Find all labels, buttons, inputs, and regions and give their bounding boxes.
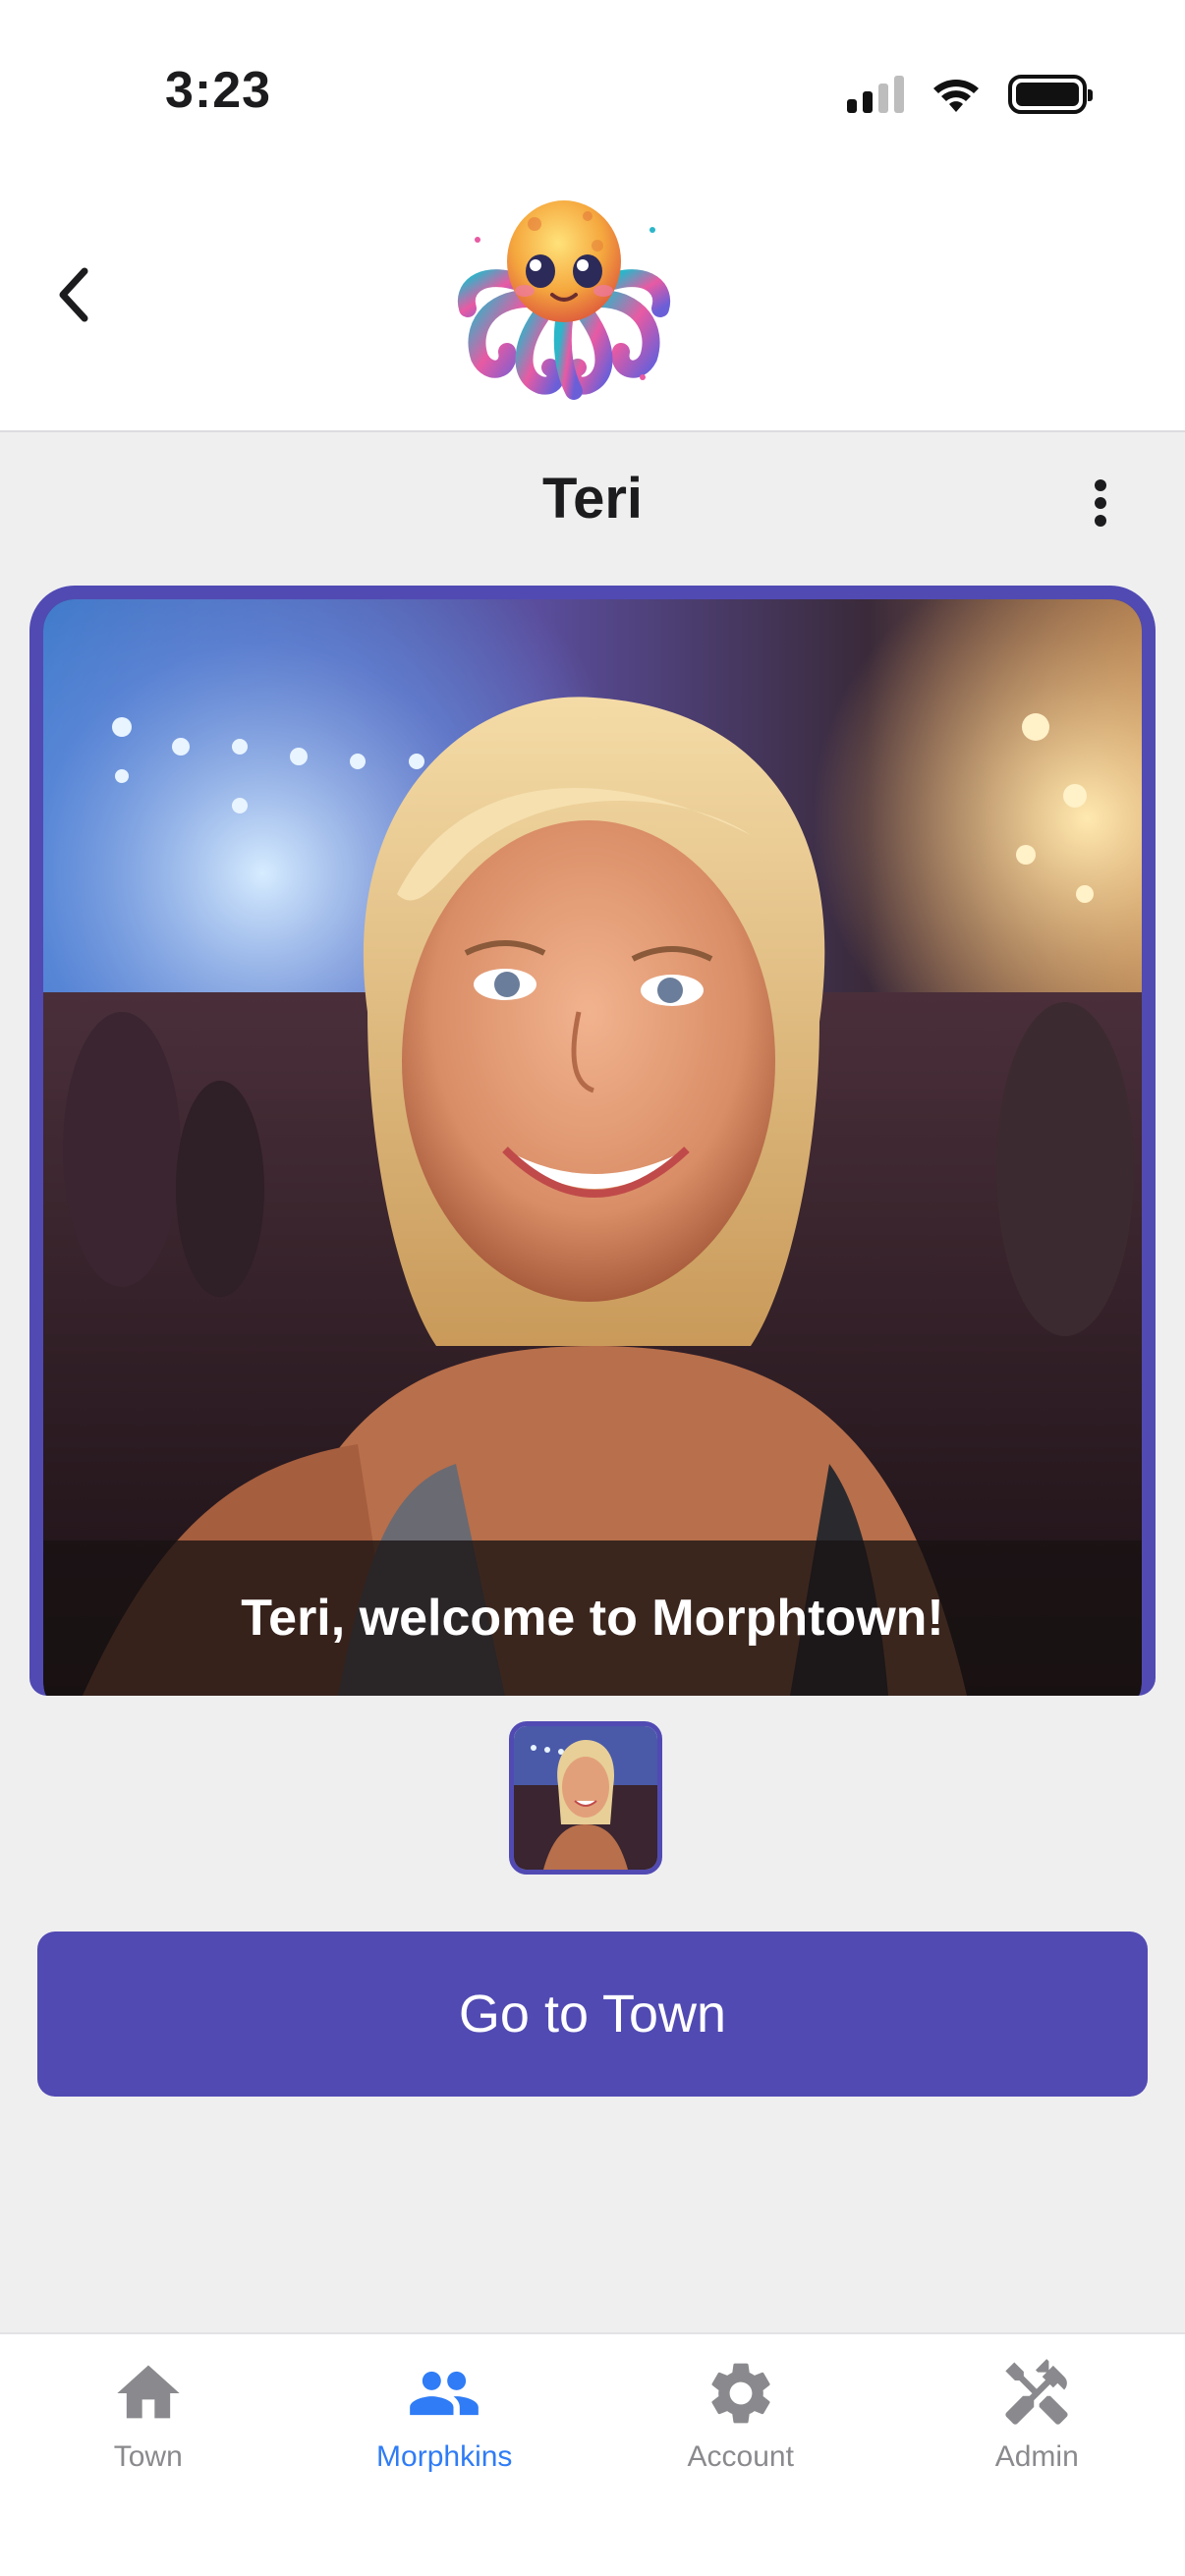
status-time: 3:23 — [165, 62, 272, 119]
octopus-mascot-icon — [457, 200, 671, 400]
people-icon — [410, 2371, 480, 2416]
go-to-town-button[interactable]: Go to Town — [37, 1932, 1148, 2097]
more-options-button[interactable] — [1081, 474, 1120, 532]
tools-icon — [1005, 2359, 1068, 2425]
home-icon — [117, 2365, 180, 2419]
welcome-caption: Teri, welcome to Morphtown! — [43, 1540, 1142, 1696]
gear-icon — [711, 2363, 770, 2424]
tab-admin[interactable]: Admin — [889, 2334, 1185, 2576]
wifi-icon — [933, 80, 979, 112]
tab-account-label: Account — [687, 2440, 794, 2473]
tab-town[interactable]: Town — [0, 2334, 297, 2576]
profile-photo — [43, 599, 1142, 1696]
photo-thumbnail[interactable] — [509, 1721, 662, 1875]
cellular-signal-icon — [847, 76, 904, 113]
tab-morphkins-label: Morphkins — [376, 2440, 513, 2473]
tab-account[interactable]: Account — [592, 2334, 889, 2576]
back-button[interactable] — [43, 257, 102, 332]
top-bar: 3:23 — [0, 0, 1185, 432]
profile-photo-card: Teri, welcome to Morphtown! — [29, 586, 1156, 1696]
tab-admin-label: Admin — [994, 2440, 1079, 2473]
bottom-tab-bar: Town Morphkins Account Admin — [0, 2332, 1185, 2576]
tab-morphkins[interactable]: Morphkins — [297, 2334, 593, 2576]
battery-icon — [1008, 75, 1093, 114]
status-icons — [847, 75, 1093, 114]
vertical-dots-icon — [1095, 479, 1106, 491]
thumbnail-image — [514, 1726, 657, 1870]
page-title: Teri — [541, 467, 644, 531]
tab-town-label: Town — [113, 2440, 183, 2473]
chevron-left-icon — [59, 267, 88, 322]
